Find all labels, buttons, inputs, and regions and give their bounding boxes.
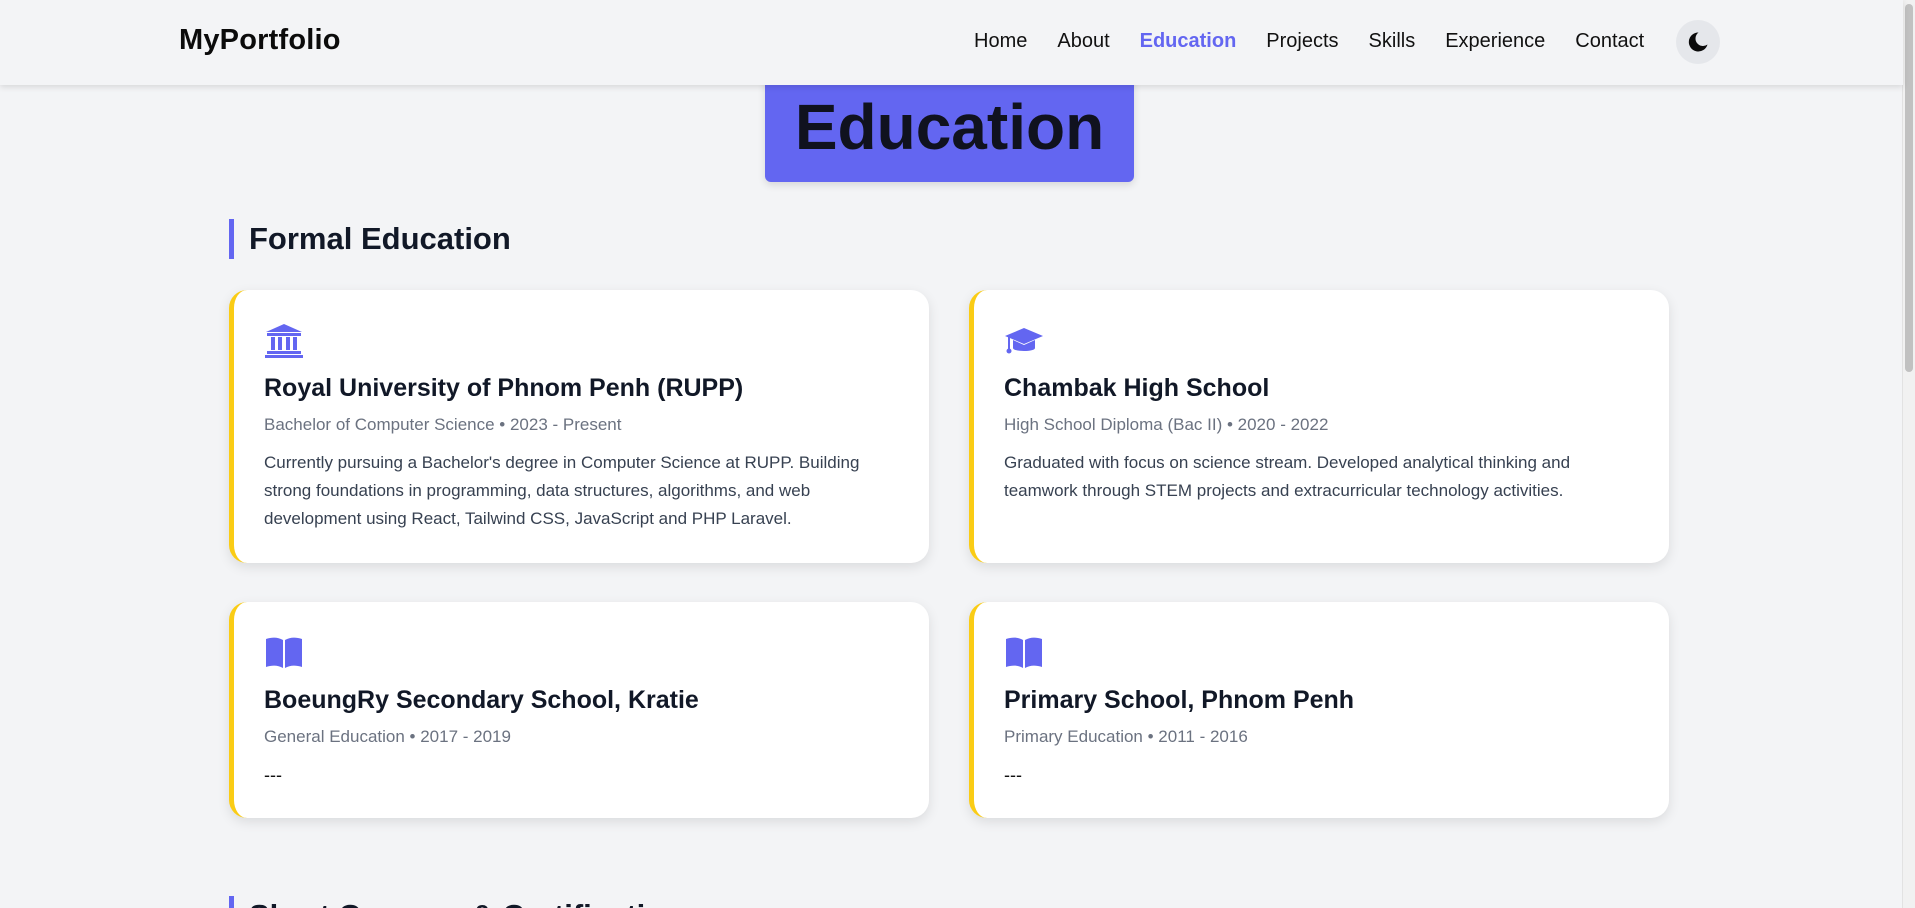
book-icon — [1006, 637, 1042, 668]
degree-meta: General Education • 2017 - 2019 — [264, 727, 511, 746]
nav-link-home[interactable]: Home — [974, 30, 1027, 53]
education-card-chambak: Chambak High School High School Diploma … — [969, 290, 1669, 563]
education-card-boeungry: BoeungRy Secondary School, Kratie Genera… — [229, 602, 929, 818]
nav-link-education[interactable]: Education — [1140, 30, 1237, 53]
page-title: Education — [794, 91, 1105, 163]
book-icon — [266, 637, 302, 668]
school-name: Chambak High School — [1004, 374, 1270, 402]
school-name: BoeungRy Secondary School, Kratie — [264, 686, 699, 714]
brand-logo[interactable]: MyPortfolio — [179, 24, 341, 57]
moon-icon — [1688, 32, 1708, 52]
education-card-rupp: Royal University of Phnom Penh (RUPP) Ba… — [229, 290, 929, 563]
nav-link-projects[interactable]: Projects — [1266, 30, 1338, 53]
school-description: --- — [264, 765, 282, 785]
navbar: MyPortfolio Home About Education Project… — [0, 0, 1903, 85]
university-icon — [265, 324, 303, 358]
page-scrollbar[interactable] — [1902, 0, 1915, 908]
graduation-cap-icon — [1005, 328, 1043, 354]
degree-meta: Bachelor of Computer Science • 2023 - Pr… — [264, 415, 622, 434]
nav-link-experience[interactable]: Experience — [1445, 30, 1545, 53]
degree-meta: Primary Education • 2011 - 2016 — [1004, 727, 1248, 746]
education-card-primary: Primary School, Phnom Penh Primary Educa… — [969, 602, 1669, 818]
school-name: Primary School, Phnom Penh — [1004, 686, 1355, 714]
page: MyPortfolio Home About Education Project… — [0, 0, 1915, 908]
school-description: Currently pursuing a Bachelor's degree i… — [264, 453, 860, 528]
section-heading-formal-education: Formal Education — [229, 219, 511, 259]
nav-link-skills[interactable]: Skills — [1369, 30, 1416, 53]
theme-toggle-button[interactable] — [1676, 20, 1720, 64]
scrollbar-thumb[interactable] — [1905, 4, 1913, 372]
school-description: Graduated with focus on science stream. … — [1004, 453, 1571, 500]
section-heading-next: Short Courses & Certifications — [229, 896, 700, 908]
nav-link-contact[interactable]: Contact — [1575, 30, 1644, 53]
nav-link-about[interactable]: About — [1057, 30, 1109, 53]
degree-meta: High School Diploma (Bac II) • 2020 - 20… — [1004, 415, 1329, 434]
school-description: --- — [1004, 765, 1022, 785]
nav-links: Home About Education Projects Skills Exp… — [944, 30, 1650, 53]
school-name: Royal University of Phnom Penh (RUPP) — [264, 374, 744, 402]
